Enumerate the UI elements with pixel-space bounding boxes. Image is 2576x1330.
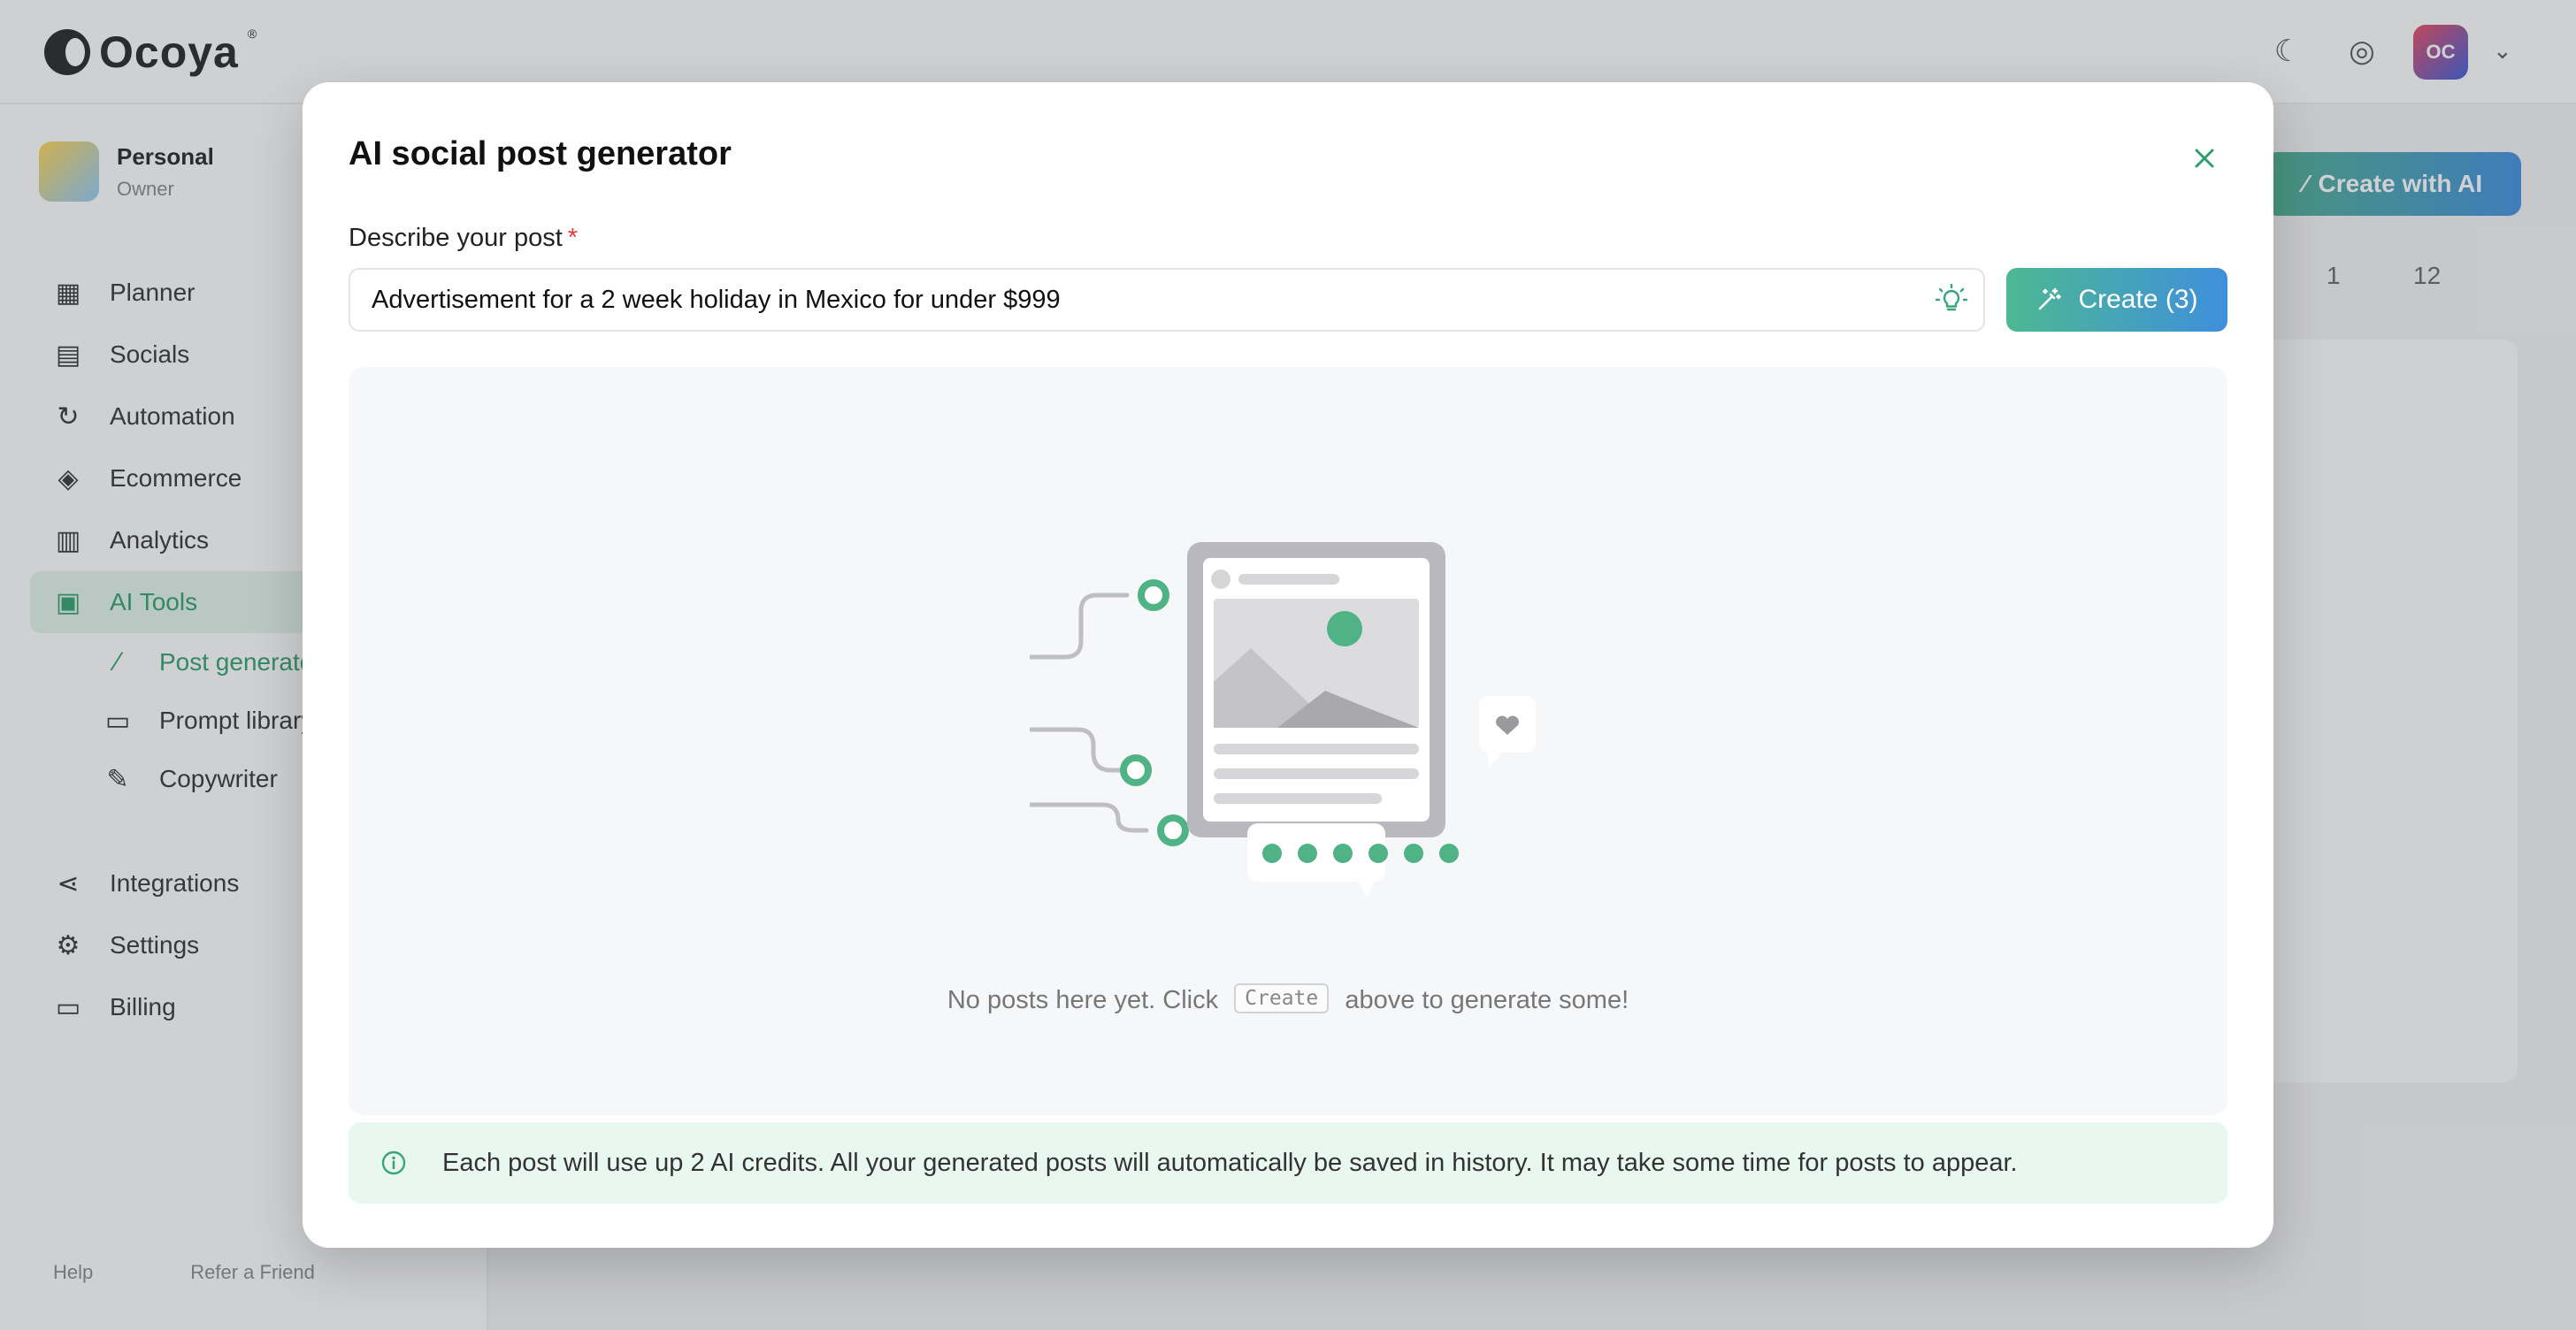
close-icon xyxy=(2195,149,2214,168)
credits-info-banner: Each post will use up 2 AI credits. All … xyxy=(349,1122,2227,1204)
ai-post-generator-modal: AI social post generator Describe your p… xyxy=(303,82,2273,1248)
prompt-ideas-button[interactable] xyxy=(1934,282,1969,317)
required-mark: * xyxy=(567,224,579,252)
empty-state-message: No posts here yet. Click Create above to… xyxy=(349,983,2227,1016)
empty-state-suffix: above to generate some! xyxy=(1345,986,1629,1014)
close-button[interactable] xyxy=(2180,134,2229,183)
magic-wand-icon xyxy=(2039,287,2062,310)
create-button[interactable]: Create (3) xyxy=(2006,268,2227,332)
generated-posts-panel: No posts here yet. Click Create above to… xyxy=(349,367,2227,1115)
credits-info-text: Each post will use up 2 AI credits. All … xyxy=(442,1148,2018,1177)
empty-state-prefix: No posts here yet. Click xyxy=(947,986,1219,1014)
post-description-input[interactable] xyxy=(350,270,1907,330)
info-icon xyxy=(381,1150,406,1175)
create-keycap: Create xyxy=(1234,983,1330,1014)
lightbulb-icon xyxy=(1935,283,1968,311)
describe-post-label-text: Describe your post xyxy=(349,224,563,252)
empty-state-illustration xyxy=(1030,542,1536,898)
prompt-field xyxy=(349,268,1985,332)
modal-title: AI social post generator xyxy=(349,135,732,172)
create-button-label: Create (3) xyxy=(2078,285,2198,314)
describe-post-label: Describe your post * xyxy=(349,224,578,253)
